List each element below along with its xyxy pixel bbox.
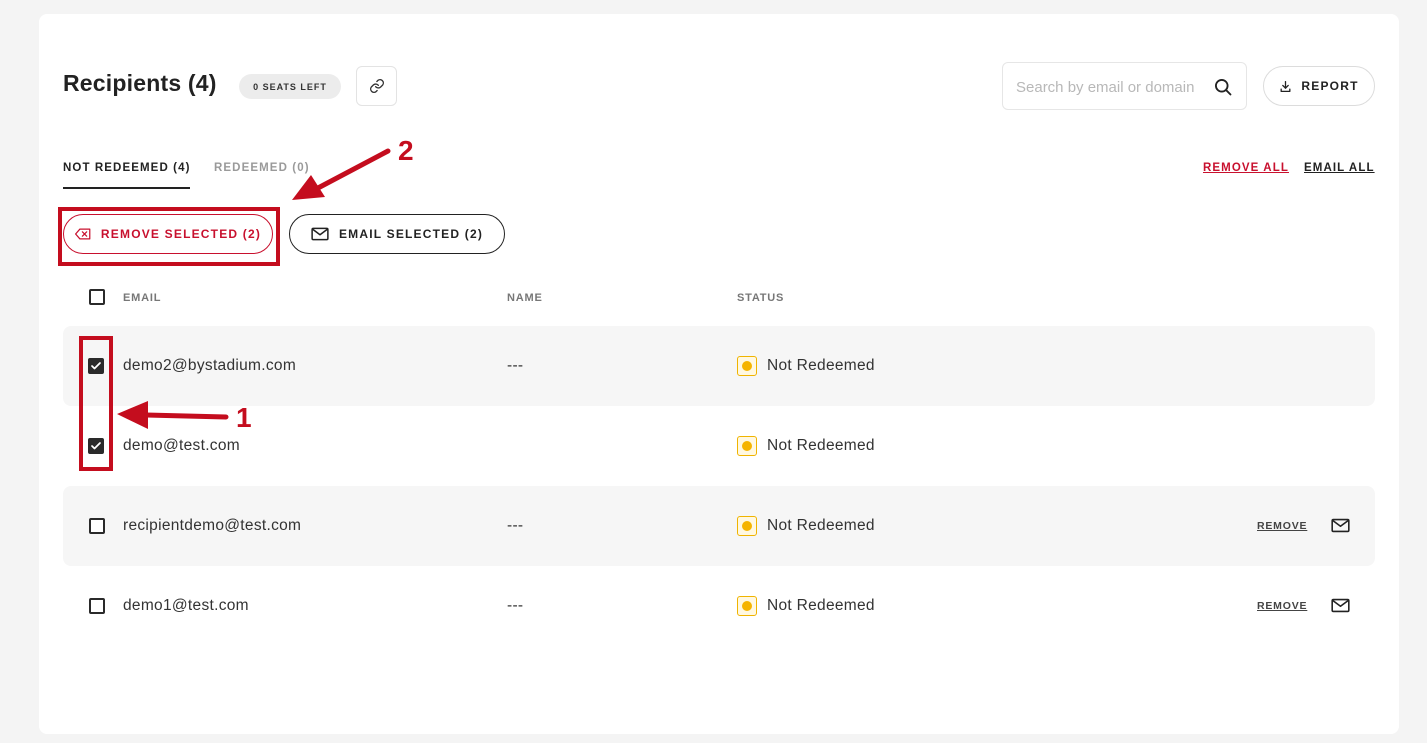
annotation-arrow-1 xyxy=(117,401,229,429)
annotation-arrows xyxy=(117,148,391,429)
annotation-arrow-2 xyxy=(292,148,391,200)
